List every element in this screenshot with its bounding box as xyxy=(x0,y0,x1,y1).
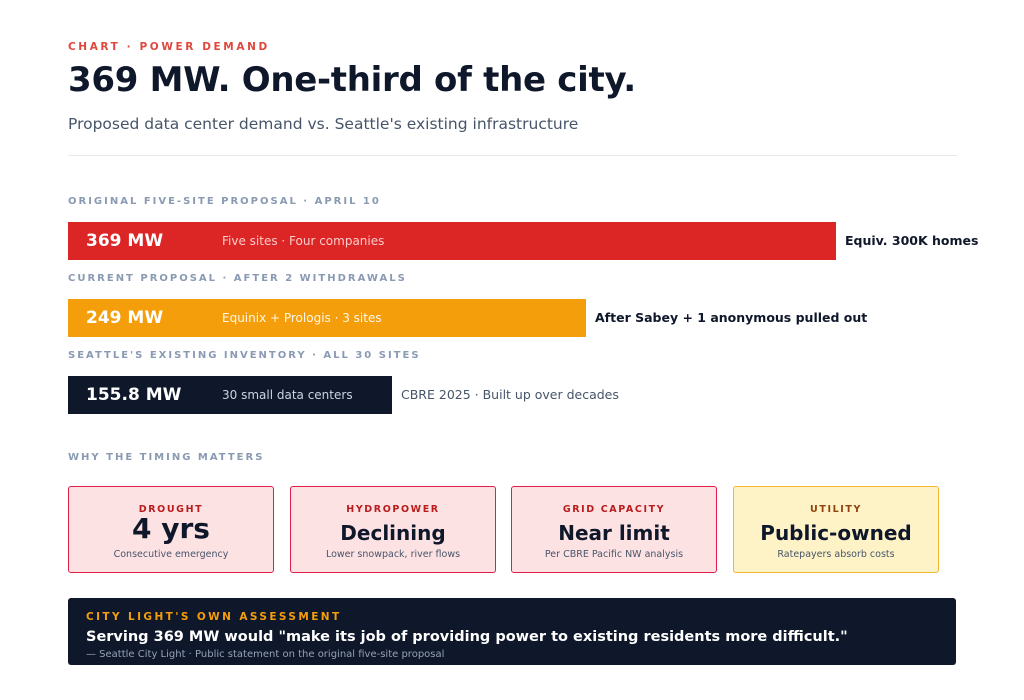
assessment-quote: Serving 369 MW would "make its job of pr… xyxy=(86,629,848,645)
bar-desc-current: Equinix + Prologis · 3 sites xyxy=(222,311,382,325)
bar-desc-original: Five sites · Four companies xyxy=(222,234,385,248)
card-utility-label: UTILITY xyxy=(810,504,862,515)
assessment-callout: CITY LIGHT'S OWN ASSESSMENT Serving 369 … xyxy=(68,598,956,665)
card-hydropower-label: HYDROPOWER xyxy=(346,504,440,515)
card-hydropower-value: Declining xyxy=(340,521,446,545)
assessment-cite: — Seattle City Light · Public statement … xyxy=(86,649,445,660)
card-utility: UTILITY Public-owned Ratepayers absorb c… xyxy=(733,486,939,573)
card-hydropower: HYDROPOWER Declining Lower snowpack, riv… xyxy=(290,486,496,573)
chart-kicker: CHART · POWER DEMAND xyxy=(68,41,270,53)
bar-value-existing: 155.8 MW xyxy=(86,385,182,405)
assessment-label: CITY LIGHT'S OWN ASSESSMENT xyxy=(86,611,342,623)
bar-existing: 155.8 MW 30 small data centers xyxy=(68,376,392,414)
bar-label-existing: SEATTLE'S EXISTING INVENTORY · ALL 30 SI… xyxy=(68,350,421,361)
card-grid-capacity-label: GRID CAPACITY xyxy=(562,504,666,515)
bar-original: 369 MW Five sites · Four companies xyxy=(68,222,836,260)
bar-label-original: ORIGINAL FIVE-SITE PROPOSAL · APRIL 10 xyxy=(68,196,381,207)
card-drought-value: 4 yrs xyxy=(132,512,210,545)
card-hydropower-sub: Lower snowpack, river flows xyxy=(325,549,461,560)
divider xyxy=(68,155,957,156)
timing-section-label: WHY THE TIMING MATTERS xyxy=(68,452,265,463)
bar-value-original: 369 MW xyxy=(86,231,164,251)
card-grid-capacity-value: Near limit xyxy=(558,521,670,545)
card-grid-capacity-sub: Per CBRE Pacific NW analysis xyxy=(544,549,684,560)
chart-subtitle: Proposed data center demand vs. Seattle'… xyxy=(68,115,579,133)
bar-label-current: CURRENT PROPOSAL · AFTER 2 WITHDRAWALS xyxy=(68,273,407,284)
chart-title: 369 MW. One-third of the city. xyxy=(68,60,636,100)
bar-desc-existing: 30 small data centers xyxy=(222,388,353,402)
bar-note-current: After Sabey + 1 anonymous pulled out xyxy=(595,310,868,325)
card-utility-value: Public-owned xyxy=(760,521,912,545)
card-utility-sub: Ratepayers absorb costs xyxy=(777,549,895,560)
bar-current: 249 MW Equinix + Prologis · 3 sites xyxy=(68,299,586,337)
bar-value-current: 249 MW xyxy=(86,308,164,328)
card-grid-capacity: GRID CAPACITY Near limit Per CBRE Pacifi… xyxy=(511,486,717,573)
bar-note-existing: CBRE 2025 · Built up over decades xyxy=(401,387,619,402)
bar-note-original: Equiv. 300K homes xyxy=(845,233,979,248)
card-drought-sub: Consecutive emergency xyxy=(113,549,229,560)
card-drought: DROUGHT 4 yrs Consecutive emergency xyxy=(68,486,274,573)
